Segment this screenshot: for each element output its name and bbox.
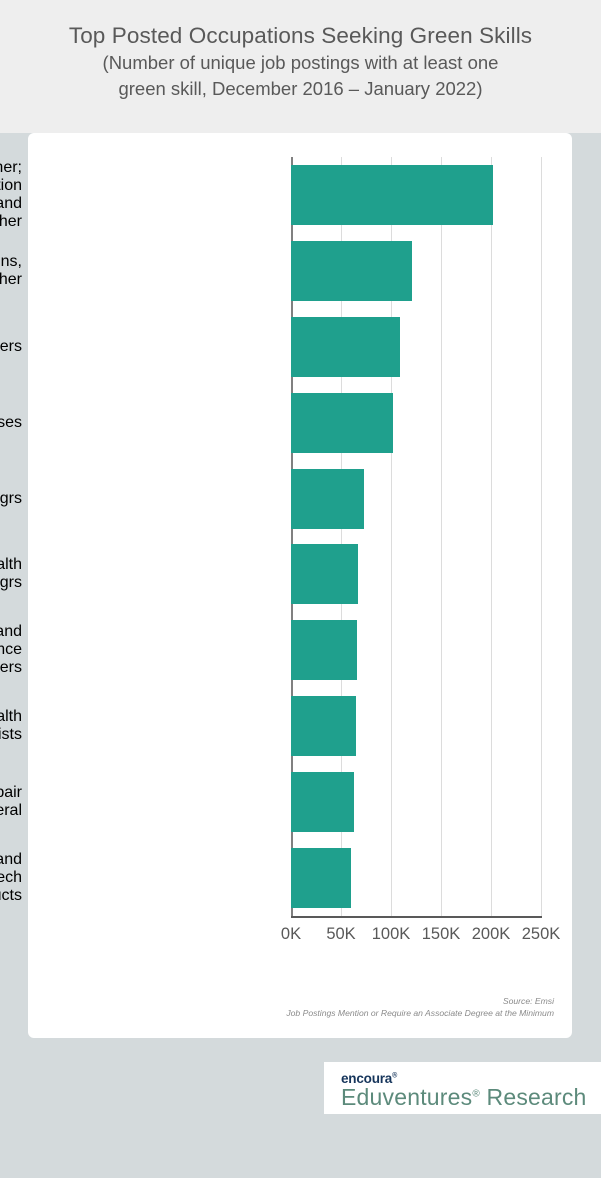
x-tick-label-150K: 150K	[421, 925, 461, 943]
plot-area: 0K 50K 100K 150K 200K 250K	[281, 157, 560, 943]
category-label: Maintenance and Repair Workers, General	[0, 784, 22, 820]
category-label: Occupational Health and Safety Specialis…	[0, 708, 22, 744]
chart-card: Personal Service Mgrs, All Other; Entert…	[0, 133, 572, 1038]
bar[interactable]	[291, 468, 364, 529]
bar[interactable]	[291, 696, 356, 757]
category-label: Medical and Health Services Mgrs	[0, 556, 22, 592]
page-subtitle-line-1: (Number of unique job postings with at l…	[102, 52, 499, 74]
source-note: Source: Emsi Job Postings Mention or Req…	[286, 995, 554, 1020]
eduventures-logo-suffix: Research	[479, 1084, 587, 1110]
category-label: Civil Engineers	[0, 337, 22, 355]
bar[interactable]	[291, 392, 393, 453]
page-subtitle-line-2: green skill, December 2016 – January 202…	[118, 77, 483, 99]
page-title: Top Posted Occupations Seeking Green Ski…	[68, 23, 533, 48]
encoura-registered-icon: ®	[392, 1072, 398, 1080]
eduventures-registered-icon: ®	[472, 1088, 480, 1100]
x-tick-label-250K: 250K	[521, 925, 561, 943]
bar[interactable]	[291, 316, 400, 377]
x-tick-label-50K: 50K	[326, 925, 356, 943]
bar[interactable]	[291, 240, 412, 301]
bar[interactable]	[291, 772, 354, 833]
x-axis-line	[291, 916, 542, 918]
bar[interactable]	[291, 164, 493, 225]
eduventures-research-logo: Eduventures® Research	[341, 1084, 587, 1111]
bar[interactable]	[291, 848, 351, 909]
eduventures-logo-text: Eduventures	[341, 1084, 473, 1110]
source-line-1: Source: Emsi	[502, 996, 554, 1006]
x-tick-label-200K: 200K	[471, 925, 511, 943]
source-line-2: Job Postings Mention or Require an Assoc…	[286, 1008, 554, 1019]
brand-footer: encoura® Eduventures® Research	[324, 1062, 601, 1114]
x-tick-label-100K: 100K	[371, 925, 411, 943]
bar[interactable]	[291, 544, 358, 605]
category-label: Personal Service Mgrs, All Other; Entert…	[0, 158, 22, 230]
gridline-250K	[541, 157, 542, 916]
category-label: General and Operations Mgrs	[0, 489, 22, 507]
chart-title-block: Top Posted Occupations Seeking Green Ski…	[0, 0, 601, 102]
category-label: Registered Nurses	[0, 413, 22, 431]
chart-page: Top Posted Occupations Seeking Green Ski…	[0, 0, 601, 1178]
category-label: Software Developers and Software Quality…	[0, 623, 22, 677]
category-label: Computer Occupations, All Other	[0, 252, 22, 288]
bar[interactable]	[291, 620, 357, 681]
category-label: Sales Reps, Wholesale and Manufacturing,…	[0, 851, 22, 905]
bar-series	[291, 157, 541, 916]
x-tick-label-0K: 0K	[280, 925, 302, 943]
